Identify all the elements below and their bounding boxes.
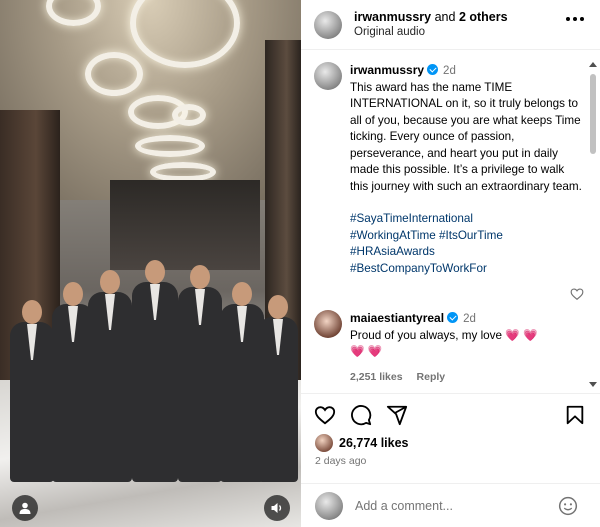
post-date[interactable]: 2 days ago [315,455,366,467]
tagged-users-button[interactable] [12,495,38,521]
media-person [10,300,54,482]
share-send-icon[interactable] [386,404,408,426]
scroll-up-arrow-icon[interactable] [589,62,597,67]
header-and: and [431,9,459,24]
emoji-icon[interactable] [558,496,578,516]
ceiling-light [150,162,216,182]
collaborators-link[interactable]: 2 others [459,10,508,24]
comment-bubble-icon[interactable] [350,404,372,426]
liker-avatar [315,434,333,452]
ceiling-light [135,135,205,157]
comment-meta: 2,251 likes Reply [350,369,582,386]
author-username-link[interactable]: irwanmussry [354,10,431,24]
comment-like-heart-icon[interactable] [570,287,584,301]
caption-avatar[interactable] [314,62,342,90]
verified-badge-icon [427,64,439,75]
reply-button[interactable]: Reply [417,371,446,383]
commenter-avatar[interactable] [314,310,342,338]
media-person [258,295,298,482]
audio-link[interactable]: Original audio [354,25,508,40]
hashtag-line[interactable]: #SayaTimeInternational [350,211,582,228]
author-avatar[interactable] [314,10,342,39]
post-side-panel: irwanmussry and 2 others Original audio … [301,0,600,527]
caption-username[interactable]: irwanmussry [350,63,424,77]
header-names: irwanmussry and 2 others [354,10,508,25]
scroll-down-arrow-icon[interactable] [589,382,597,387]
media-person [178,265,222,482]
mute-button[interactable] [264,495,290,521]
viewer-avatar [315,491,343,520]
comment-likes[interactable]: 2,251 likes [350,371,403,383]
header-text: irwanmussry and 2 others Original audio [354,10,508,40]
scrollbar-thumb[interactable] [590,74,596,154]
like-heart-icon[interactable] [314,404,336,426]
ceiling-light [85,52,143,96]
post-header: irwanmussry and 2 others Original audio [301,0,600,50]
comment-hearts: 💗 💗 [350,345,383,358]
ceiling-light [172,104,206,126]
save-bookmark-icon[interactable] [564,404,586,426]
hashtag-line[interactable]: #HRAsiaAwards [350,244,582,261]
comment-body: maiaestiantyreal 2d Proud of you always, … [350,310,582,385]
post-actions: 26,774 likes 2 days ago [301,393,600,483]
media-storefront [110,180,260,270]
speaker-icon [271,503,282,513]
commenter-username[interactable]: maiaestiantyreal [350,311,444,325]
comment-hearts: 💗 💗 [505,328,538,342]
caption-body: irwanmussry 2d This award has the name TI… [350,62,582,277]
media-person [88,270,132,482]
comments-section: irwanmussry 2d This award has the name TI… [301,51,600,393]
likes-count[interactable]: 26,774 likes [339,436,409,450]
add-comment-input[interactable] [355,498,555,513]
add-comment-bar [301,483,600,527]
verified-badge-icon [447,312,459,323]
user-icon [19,502,31,514]
hashtag-line[interactable]: #BestCompanyToWorkFor [350,261,582,278]
caption-text: This award has the name TIME INTERNATION… [350,80,582,193]
post-media[interactable] [0,0,301,527]
comment-text: Proud of you always, my love [350,328,503,342]
caption-time[interactable]: 2d [443,65,456,77]
comments-scrollbar[interactable] [589,62,597,387]
comment-time[interactable]: 2d [463,313,476,325]
more-options-icon[interactable] [566,17,584,21]
media-person [132,260,178,482]
likes-row[interactable]: 26,774 likes [315,434,409,452]
hashtag-line[interactable]: #WorkingAtTime #ItsOurTime [350,228,582,245]
